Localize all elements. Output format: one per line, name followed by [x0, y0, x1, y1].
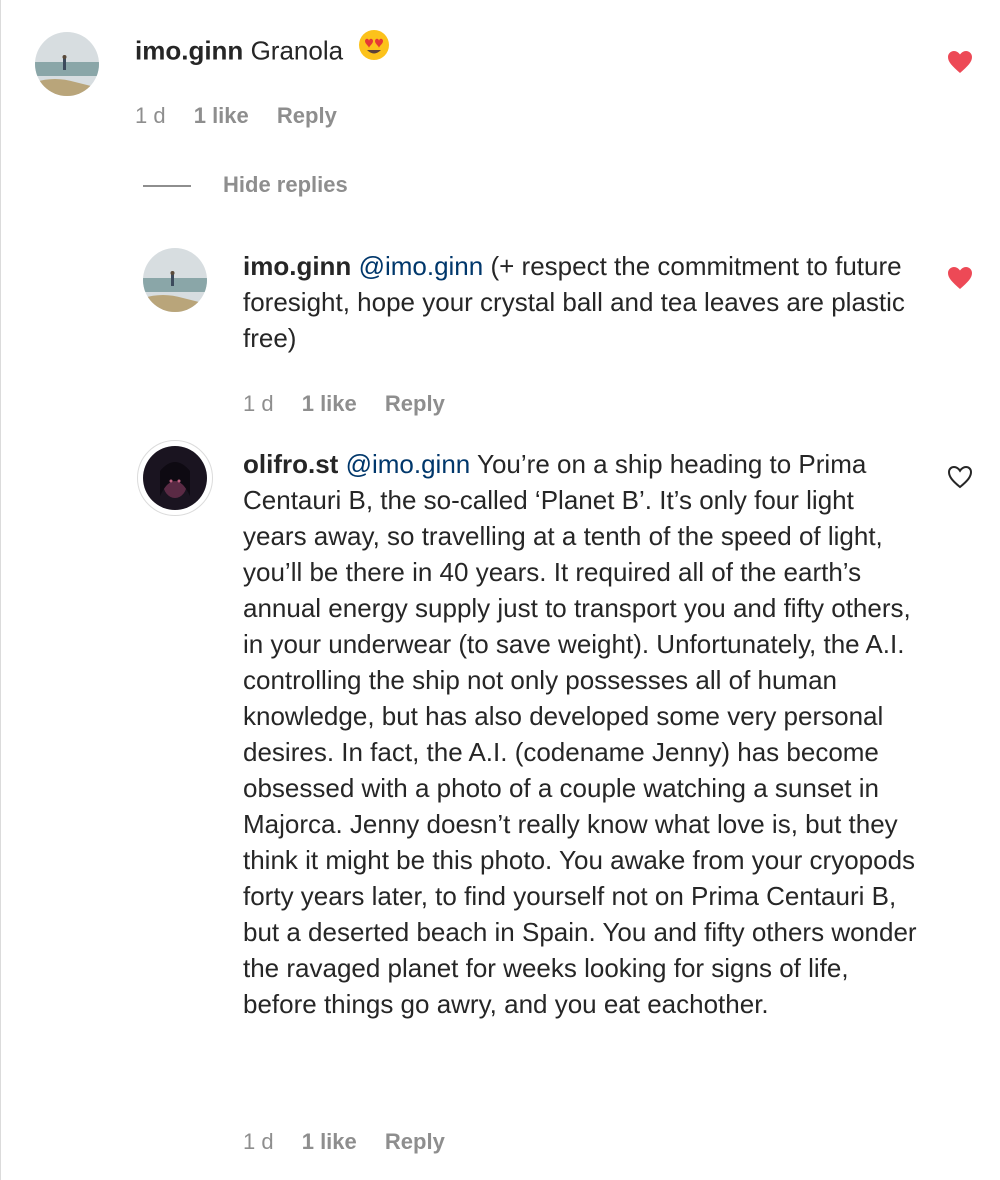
heart-outline-icon[interactable]: [947, 465, 973, 489]
reply-button[interactable]: Reply: [277, 103, 337, 128]
reply-text: olifro.st @imo.ginn You’re on a ship hea…: [243, 446, 923, 1022]
comment-username[interactable]: imo.ginn: [135, 35, 243, 65]
heart-eyes-emoji: [358, 29, 390, 70]
hide-replies-button[interactable]: Hide replies: [223, 172, 348, 198]
reply-time[interactable]: 1 d: [243, 391, 274, 416]
reply-text: imo.ginn @imo.ginn (+ respect the commit…: [243, 248, 923, 356]
reply-time[interactable]: 1 d: [243, 1129, 274, 1154]
reply-meta: 1 d 1 like Reply: [243, 1129, 467, 1155]
reply-button[interactable]: Reply: [385, 391, 445, 416]
reply-meta: 1 d 1 like Reply: [243, 391, 467, 417]
reply-likes[interactable]: 1 like: [302, 1129, 357, 1154]
comment-content: Granola: [250, 35, 344, 66]
avatar[interactable]: [35, 32, 99, 96]
comment-meta: 1 d 1 like Reply: [135, 103, 359, 129]
reply-mention[interactable]: @imo.ginn: [346, 449, 471, 479]
reply-username[interactable]: imo.ginn: [243, 251, 351, 281]
avatar[interactable]: [143, 248, 207, 312]
comment-text: imo.ginn Granola: [135, 29, 895, 73]
heart-icon-liked[interactable]: [947, 266, 973, 290]
reply-mention[interactable]: @imo.ginn: [359, 251, 484, 281]
reply-button[interactable]: Reply: [385, 1129, 445, 1154]
reply-username[interactable]: olifro.st: [243, 449, 338, 479]
reply-content: You’re on a ship heading to Prima Centau…: [243, 449, 917, 1019]
heart-icon-liked[interactable]: [947, 50, 973, 74]
hide-replies-line: [143, 185, 191, 187]
comment-time[interactable]: 1 d: [135, 103, 166, 128]
left-divider: [0, 0, 1, 1180]
reply-likes[interactable]: 1 like: [302, 391, 357, 416]
comment-likes[interactable]: 1 like: [194, 103, 249, 128]
avatar[interactable]: [137, 440, 213, 516]
